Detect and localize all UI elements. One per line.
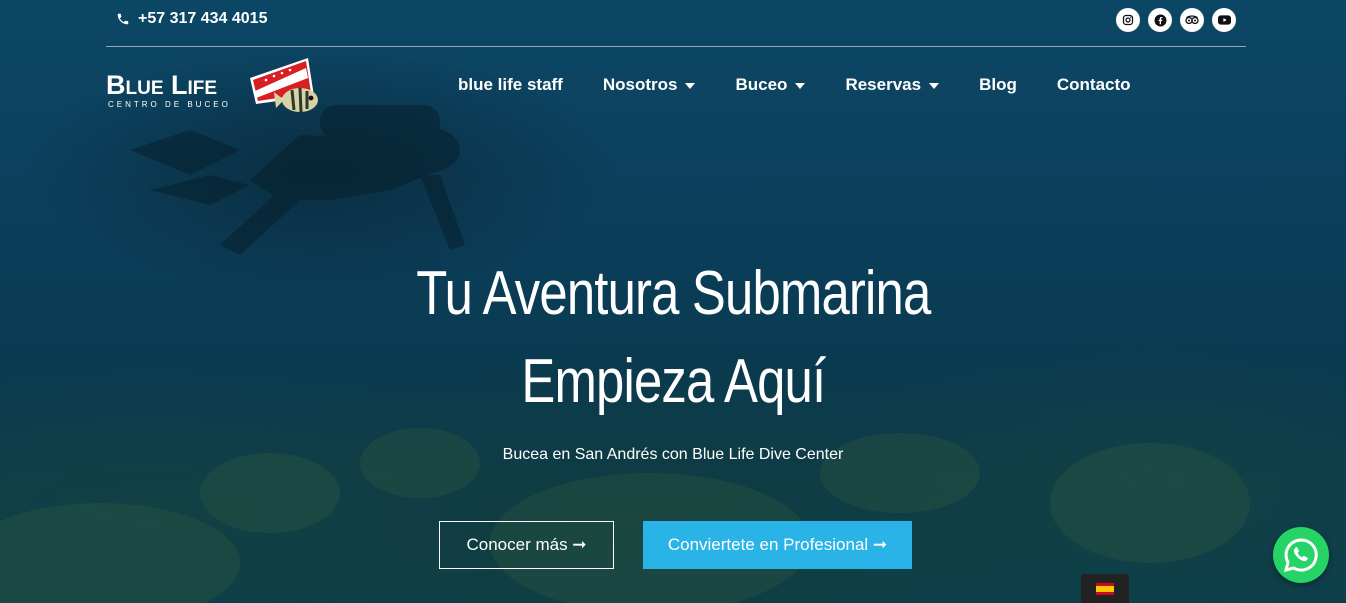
whatsapp-button[interactable] (1273, 527, 1329, 583)
learn-more-button[interactable]: Conocer más ➞ (439, 521, 614, 569)
social-links (1116, 8, 1236, 32)
nav-item-contacto[interactable]: Contacto (1057, 75, 1131, 95)
nav-item-reservas[interactable]: Reservas (845, 75, 940, 95)
top-bar: +57 317 434 4015 (106, 0, 1246, 47)
nav-item-blog[interactable]: Blog (979, 75, 1017, 95)
nav-item-label: Nosotros (602, 75, 678, 94)
chevron-down-icon (685, 83, 696, 89)
nav-item-label: Reservas (845, 75, 922, 94)
hero-title-line2: Empieza Aquí (521, 347, 826, 416)
facebook-icon[interactable] (1148, 8, 1172, 32)
tripadvisor-icon[interactable] (1180, 8, 1204, 32)
chevron-down-icon (795, 83, 806, 89)
whatsapp-icon (1283, 538, 1318, 573)
hero-subtitle: Bucea en San Andrés con Blue Life Dive C… (502, 446, 844, 463)
nav-item-buceo[interactable]: Buceo (735, 75, 806, 95)
main-nav: blue life staff Nosotros Buceo Reservas … (458, 75, 1171, 95)
spain-flag-icon (1096, 582, 1114, 595)
nav-item-label: blue life staff (458, 75, 563, 94)
nav-item-nosotros[interactable]: Nosotros (603, 75, 696, 95)
nav-item-staff[interactable]: blue life staff (458, 75, 563, 95)
phone-link[interactable]: +57 317 434 4015 (116, 10, 267, 28)
instagram-icon[interactable] (1116, 8, 1140, 32)
nav-item-label: Contacto (1056, 75, 1131, 94)
logo-name: Blue Life (106, 70, 218, 100)
nav-item-label: Buceo (735, 75, 788, 94)
nav-item-label: Blog (979, 75, 1017, 94)
phone-number: +57 317 434 4015 (138, 10, 268, 27)
logo-tagline: CENTRO DE BUCEO (108, 100, 231, 109)
site-logo[interactable]: Blue Life CENTRO DE BUCEO (106, 56, 321, 118)
dive-flag-fish-icon (250, 58, 318, 113)
hero-title-line1: Tu Aventura Submarina (416, 259, 931, 328)
youtube-icon[interactable] (1212, 8, 1236, 32)
become-professional-button[interactable]: Conviertete en Profesional ➞ (643, 521, 912, 569)
language-switcher[interactable] (1081, 574, 1129, 603)
chevron-down-icon (929, 83, 940, 89)
hero-title: Tu Aventura Submarina Empieza Aquí (122, 250, 1226, 426)
phone-icon (117, 13, 129, 25)
